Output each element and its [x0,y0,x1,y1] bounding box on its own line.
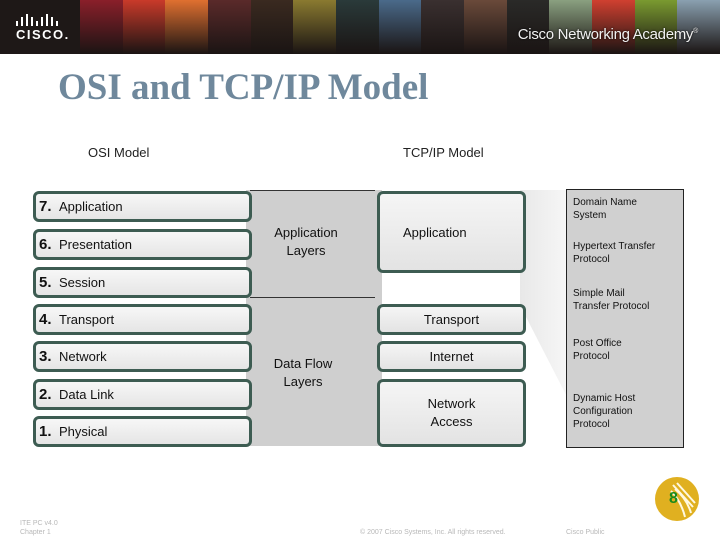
banner-photo-segment [122,0,166,54]
tcpip-layer-internet: Internet [377,341,526,372]
layer-name: Internet [429,348,474,364]
osi-layer-application: 7. Application [33,191,252,222]
banner-photo-segment [293,0,337,54]
layer-number: 1. [39,423,52,440]
trademark-mark: ® [693,28,698,35]
osi-layer-data-link: 2. Data Link [33,379,252,410]
cisco-logo-text: CISCO. [16,27,70,42]
layer-number: 3. [39,348,52,365]
banner-photo-segment [165,0,209,54]
banner-photo-segment [250,0,294,54]
footer-classification: Cisco Public [566,529,605,536]
layer-name: Network Access [427,396,476,429]
banner-photo-segment [336,0,379,54]
osi-layer-presentation: 6. Presentation [33,229,252,260]
tcpip-layer-network-access: Network Access [377,379,526,447]
banner-photo-segment [421,0,465,54]
protocol-dhcp: Dynamic Host Configuration Protocol [573,393,636,430]
layer-name: Transport [59,312,115,327]
layer-number: 4. [39,311,52,328]
slide-title: OSI and TCP/IP Model [58,67,429,108]
group-divider-middle [250,297,375,298]
tcpip-model-heading: TCP/IP Model [403,145,484,160]
layer-name: Transport [423,311,480,327]
osi-layer-physical: 1. Physical [33,416,252,447]
layer-number: 6. [39,236,52,253]
layer-name: Session [59,275,106,290]
banner-photo-segment [378,0,422,54]
layer-name: Presentation [59,237,132,252]
layer-name: Data Link [59,387,114,402]
cisco-logo-bars-icon [16,14,64,26]
page-number: 8 [669,490,678,507]
banner-photo-segment [464,0,507,54]
layer-name: Application [59,199,123,214]
osi-layer-session: 5. Session [33,267,252,298]
group-divider-top [250,190,375,191]
protocol-fan-connector [520,190,566,395]
academy-brand: Cisco Networking Academy® [517,26,699,43]
cisco-logo: CISCO. [0,0,80,54]
protocol-smtp: Simple Mail Transfer Protocol [573,288,650,312]
osi-model-heading: OSI Model [88,145,150,160]
application-layers-label: Application Layers [274,225,338,258]
footer-chapter: Chapter 1 [20,529,51,536]
protocol-pop: Post Office Protocol [573,338,622,362]
osi-layer-network: 3. Network [33,341,252,372]
data-flow-layers-label: Data Flow Layers [273,356,333,389]
layer-name: Application [403,225,467,240]
banner-photo-segment [80,0,123,54]
tcpip-layer-application: Application [377,191,526,273]
header-banner: CISCO. Cisco Networking Academy® [0,0,720,54]
protocol-http: Hypertext Transfer Protocol [573,241,656,265]
banner-photo-segment [208,0,251,54]
footer-course-info: ITE PC v4.0 Chapter 1 [20,519,58,537]
footer-course: ITE PC v4.0 [20,520,58,527]
layer-number: 7. [39,198,52,215]
layer-number: 5. [39,274,52,291]
footer-copyright: © 2007 Cisco Systems, Inc. All rights re… [360,529,506,536]
layer-name: Physical [59,424,108,439]
osi-layer-transport: 4. Transport [33,304,252,335]
layer-name: Network [59,349,107,364]
tcpip-layer-transport: Transport [377,304,526,335]
protocols-box: Domain Name System Hypertext Transfer Pr… [566,189,684,448]
protocol-dns: Domain Name System [573,197,637,221]
academy-text: Cisco Networking Academy [517,26,694,43]
layer-number: 2. [39,386,52,403]
